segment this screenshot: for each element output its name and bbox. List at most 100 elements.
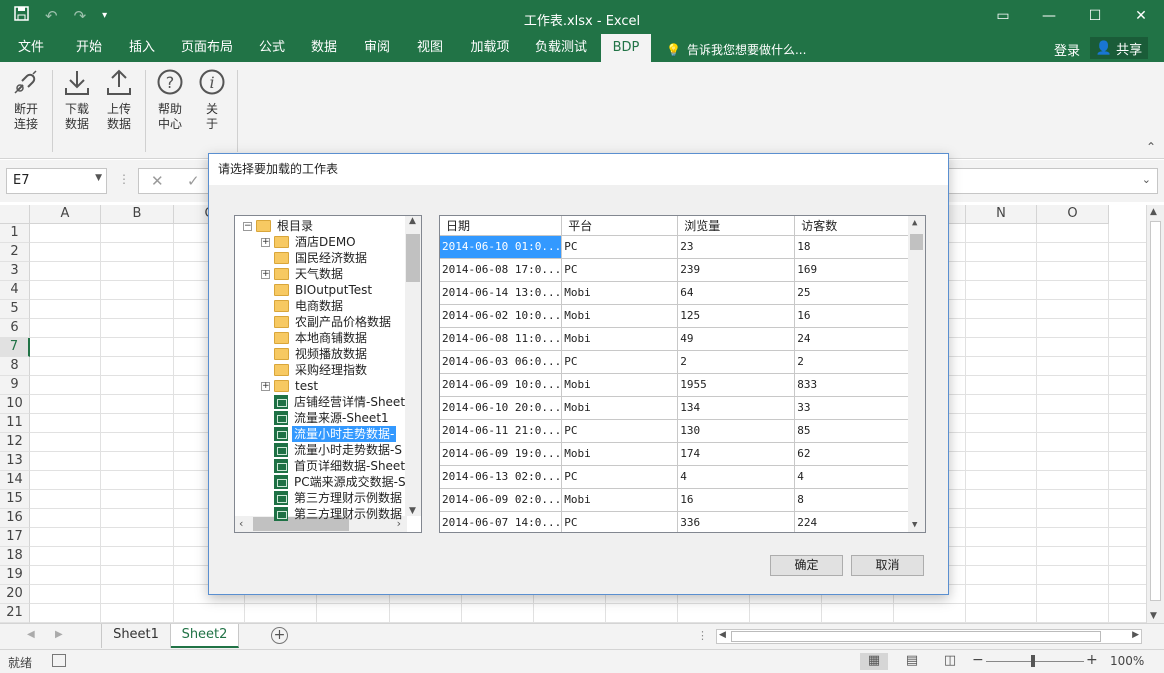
table-cell[interactable]: Mobi — [561, 373, 679, 397]
tree-folder-item[interactable]: + 酒店DEMO — [261, 234, 358, 250]
table-cell[interactable]: 2014-06-07 14:0... — [440, 511, 563, 532]
table-cell[interactable]: 130 — [677, 419, 796, 443]
table-cell[interactable]: 4 — [794, 465, 913, 489]
page-break-view-icon[interactable]: ◫ — [936, 653, 964, 670]
minimize-icon[interactable]: — — [1026, 0, 1072, 32]
add-sheet-button[interactable]: + — [271, 627, 288, 644]
row-header[interactable]: 11 — [0, 414, 30, 433]
scroll-left-icon[interactable]: ◀ — [719, 630, 726, 640]
tab-addins[interactable]: 加载项 — [462, 34, 518, 62]
zoom-slider-thumb[interactable] — [1031, 655, 1035, 667]
table-cell[interactable]: 4 — [677, 465, 796, 489]
tree-sheet-item[interactable]: 第三方理财示例数据 — [261, 490, 404, 506]
table-cell[interactable]: 16 — [677, 488, 796, 512]
scroll-up-icon[interactable]: ▲ — [1150, 207, 1157, 217]
table-cell[interactable]: 2 — [677, 350, 796, 374]
table-cell[interactable]: 2 — [794, 350, 913, 374]
zoom-level[interactable]: 100% — [1110, 654, 1144, 668]
table-cell[interactable]: 239 — [677, 258, 796, 282]
row-header[interactable]: 13 — [0, 452, 30, 471]
table-cell[interactable]: 224 — [794, 511, 913, 532]
tab-bdp[interactable]: BDP — [601, 34, 651, 62]
table-cell[interactable]: 2014-06-08 11:0... — [440, 327, 563, 351]
table-header-cell[interactable]: 浏览量 — [677, 216, 796, 236]
table-scroll-thumb[interactable] — [910, 234, 923, 250]
name-box[interactable]: E7 ▼ — [6, 168, 107, 194]
sheet-next-icon[interactable]: ▶ — [55, 629, 63, 640]
sheet-tree[interactable]: ▲ ▼ ‹ › − 根目录 + 酒店DEMO 国民经济数据 + 天气数据 BIOutputTe… — [234, 215, 422, 533]
table-header-cell[interactable]: 日期 — [440, 216, 563, 236]
tree-folder-item[interactable]: + test — [261, 378, 320, 394]
column-header[interactable]: O — [1037, 205, 1109, 224]
collapse-icon[interactable]: − — [243, 221, 252, 231]
row-header[interactable]: 5 — [0, 300, 30, 319]
preview-table[interactable]: 日期 平台 浏览量 访客数 2014-06-10 01:0... PC 23 18 2014-… — [439, 215, 926, 533]
select-all-corner[interactable] — [0, 205, 30, 224]
table-cell[interactable]: 49 — [677, 327, 796, 351]
table-header-cell[interactable]: 访客数 — [794, 216, 913, 236]
table-cell[interactable]: 336 — [677, 511, 796, 532]
row-header[interactable]: 8 — [0, 357, 30, 376]
tree-vertical-scrollbar[interactable]: ▲ ▼ — [405, 216, 421, 516]
row-header[interactable]: 15 — [0, 490, 30, 509]
tree-folder-item[interactable]: 农副产品价格数据 — [261, 314, 393, 330]
table-row[interactable]: 2014-06-10 20:0... Mobi 134 33 — [440, 396, 913, 420]
tree-sheet-item[interactable]: 流量小时走势数据-S — [261, 442, 404, 458]
row-header[interactable]: 16 — [0, 509, 30, 528]
tab-home[interactable]: 开始 — [66, 34, 112, 62]
table-cell[interactable]: 125 — [677, 304, 796, 328]
tree-folder-item[interactable]: 国民经济数据 — [261, 250, 369, 266]
table-row[interactable]: 2014-06-13 02:0... PC 4 4 — [440, 465, 913, 489]
expand-icon[interactable]: + — [261, 381, 270, 391]
tree-sheet-item[interactable]: 首页详细数据-Sheet — [261, 458, 407, 474]
table-row[interactable]: 2014-06-09 02:0... Mobi 16 8 — [440, 488, 913, 512]
table-cell[interactable]: Mobi — [561, 488, 679, 512]
table-cell[interactable]: PC — [561, 235, 679, 259]
chevron-down-icon[interactable]: ▼ — [95, 173, 102, 183]
sheet-tab-sheet1[interactable]: Sheet1 — [101, 624, 171, 648]
scroll-up-icon[interactable]: ▲ — [409, 216, 416, 226]
table-cell[interactable]: 174 — [677, 442, 796, 466]
tree-folder-item[interactable]: 电商数据 — [261, 298, 345, 314]
row-header[interactable]: 4 — [0, 281, 30, 300]
scroll-right-icon[interactable]: ▶ — [1132, 630, 1139, 640]
table-cell[interactable]: 64 — [677, 281, 796, 305]
scroll-thumb[interactable] — [1150, 221, 1161, 601]
row-header[interactable]: 3 — [0, 262, 30, 281]
horizontal-scrollbar[interactable]: ◀ ▶ — [716, 629, 1142, 644]
table-cell[interactable]: 24 — [794, 327, 913, 351]
table-row[interactable]: 2014-06-08 17:0... PC 239 169 — [440, 258, 913, 282]
table-row[interactable]: 2014-06-03 06:0... PC 2 2 — [440, 350, 913, 374]
row-header[interactable]: 1 — [0, 224, 30, 243]
table-cell[interactable]: 2014-06-02 10:0... — [440, 304, 563, 328]
table-cell[interactable]: 2014-06-09 10:0... — [440, 373, 563, 397]
expand-formula-icon[interactable]: ⌄ — [1142, 173, 1151, 186]
zoom-slider[interactable] — [986, 661, 1084, 662]
sheet-prev-icon[interactable]: ◀ — [27, 629, 35, 640]
table-cell[interactable]: PC — [561, 465, 679, 489]
table-cell[interactable]: Mobi — [561, 396, 679, 420]
login-link[interactable]: 登录 — [1054, 40, 1080, 59]
tree-sheet-item[interactable]: 店铺经营详情-Sheet — [261, 394, 407, 410]
tab-data[interactable]: 数据 — [301, 34, 347, 62]
table-cell[interactable]: 833 — [794, 373, 913, 397]
ribbon-display-icon[interactable]: ▭ — [980, 0, 1026, 32]
row-header[interactable]: 17 — [0, 528, 30, 547]
tree-folder-item[interactable]: + 天气数据 — [261, 266, 345, 282]
table-cell[interactable]: 23 — [677, 235, 796, 259]
scroll-down-icon[interactable]: ▼ — [912, 520, 917, 530]
tree-folder-item[interactable]: − 根目录 — [243, 218, 315, 234]
tree-folder-item[interactable]: BIOutputTest — [261, 282, 374, 298]
tree-sheet-item[interactable]: 第三方理财示例数据 — [261, 506, 404, 522]
row-header[interactable]: 19 — [0, 566, 30, 585]
row-header[interactable]: 20 — [0, 585, 30, 604]
tab-review[interactable]: 审阅 — [354, 34, 400, 62]
table-cell[interactable]: 2014-06-09 19:0... — [440, 442, 563, 466]
table-cell[interactable]: 134 — [677, 396, 796, 420]
enter-icon[interactable]: ✓ — [187, 172, 200, 190]
disconnect-button[interactable]: 断开 连接 — [8, 68, 44, 132]
tree-sheet-item[interactable]: 流量来源-Sheet1 — [261, 410, 391, 426]
column-header[interactable]: N — [966, 205, 1037, 224]
splitter-icon[interactable]: ⋮ — [697, 629, 708, 642]
tree-sheet-item[interactable]: 流量小时走势数据- — [261, 426, 397, 442]
